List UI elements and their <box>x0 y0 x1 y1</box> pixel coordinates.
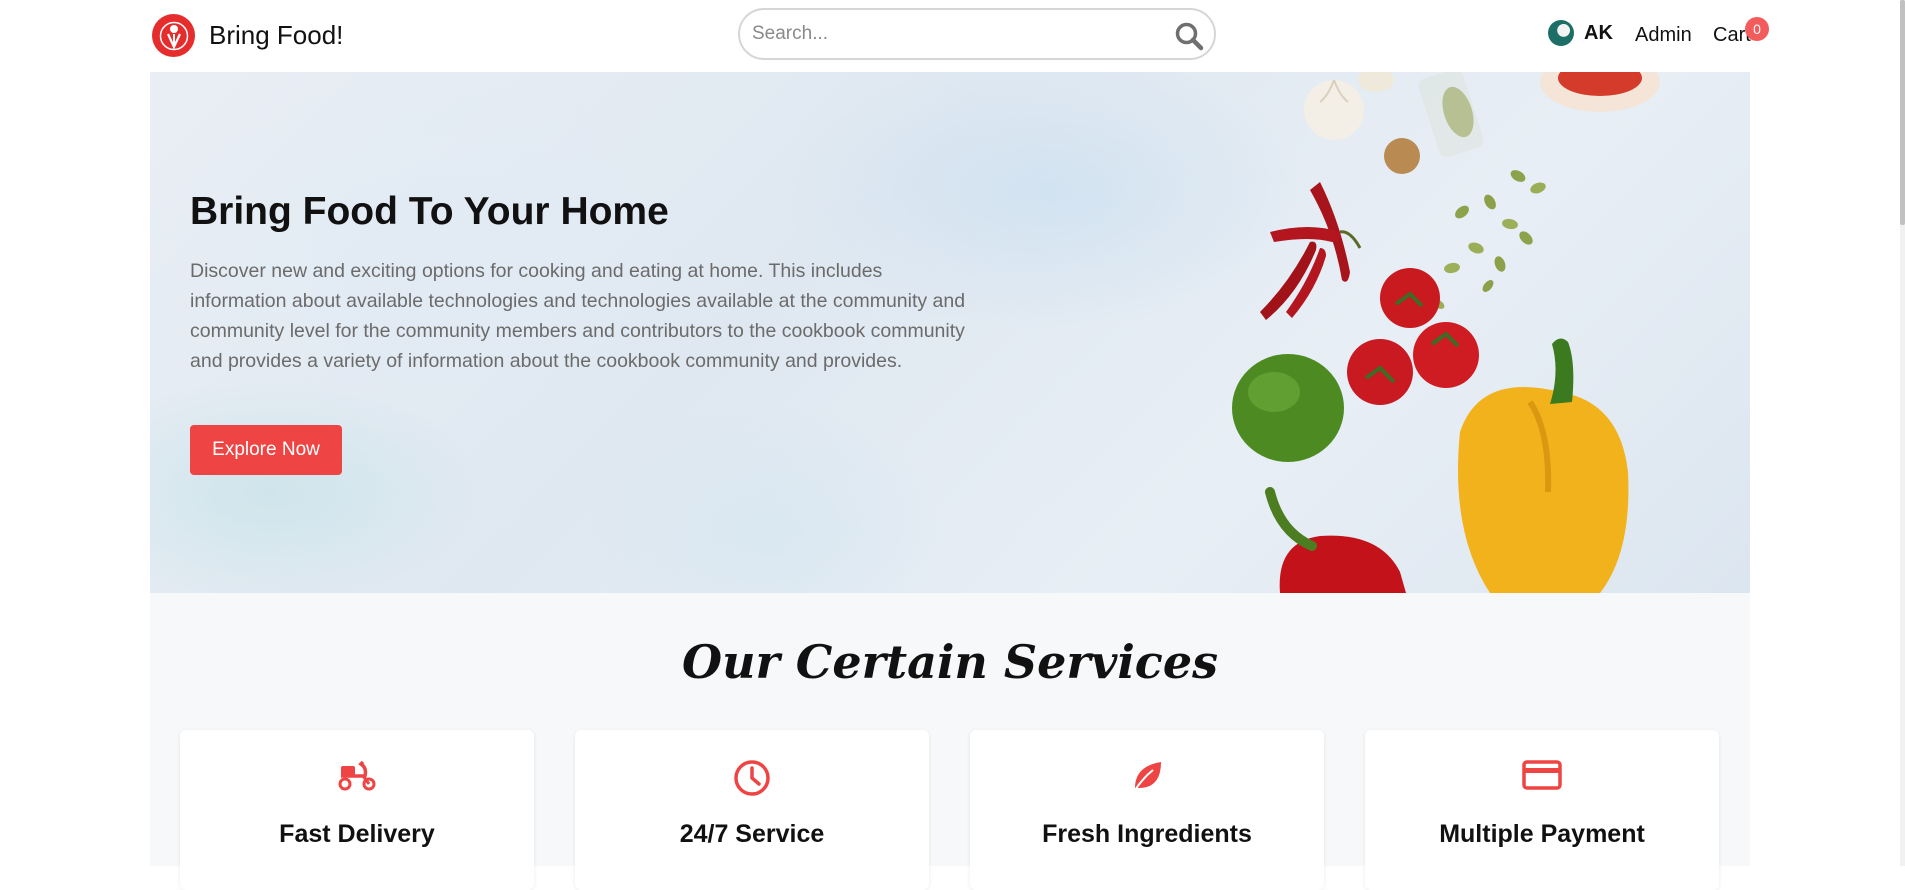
hero-title: Bring Food To Your Home <box>190 190 669 233</box>
credit-card-icon <box>1365 758 1719 792</box>
user-initials: AK <box>1584 21 1613 44</box>
service-card-title: Fresh Ingredients <box>1042 820 1252 848</box>
search-bar <box>738 8 1216 60</box>
scooter-icon <box>180 758 534 792</box>
service-card-title: Fast Delivery <box>279 820 435 848</box>
user-avatar <box>1548 20 1574 46</box>
service-card-fresh-ingredients[interactable]: Fresh Ingredients <box>970 730 1324 890</box>
chef-hat-logo-icon <box>152 14 195 57</box>
search-icon[interactable] <box>1172 19 1206 53</box>
service-card-24-7[interactable]: 24/7 Service <box>575 730 929 890</box>
service-card-title: 24/7 Service <box>679 820 825 848</box>
vegetables-image <box>1232 72 1660 593</box>
hero-banner: Bring Food To Your Home Discover new and… <box>150 72 1750 593</box>
service-card-fast-delivery[interactable]: Fast Delivery <box>180 730 534 890</box>
service-card-multiple-payment[interactable]: Multiple Payment <box>1365 730 1719 890</box>
search-input[interactable] <box>750 22 1154 46</box>
hero-description: Discover new and exciting options for co… <box>190 260 966 372</box>
explore-now-button[interactable]: Explore Now <box>190 425 342 475</box>
services-title: Our Certain Services <box>682 635 1218 689</box>
clock-icon <box>575 758 929 798</box>
service-card-title: Multiple Payment <box>1439 820 1645 848</box>
leaf-icon <box>970 758 1324 794</box>
cart-count-badge: 0 <box>1745 17 1769 41</box>
services-section: Our Certain Services Fast Delivery 24/7 … <box>150 593 1750 890</box>
brand-name: Bring Food! <box>209 20 344 50</box>
user-menu[interactable]: AK <box>1548 20 1613 46</box>
admin-link[interactable]: Admin <box>1635 24 1692 47</box>
navbar: Bring Food! AK Admin Cart 0 <box>0 0 1905 72</box>
brand-link[interactable]: Bring Food! <box>152 14 343 57</box>
scrollbar-thumb[interactable] <box>1900 0 1905 225</box>
